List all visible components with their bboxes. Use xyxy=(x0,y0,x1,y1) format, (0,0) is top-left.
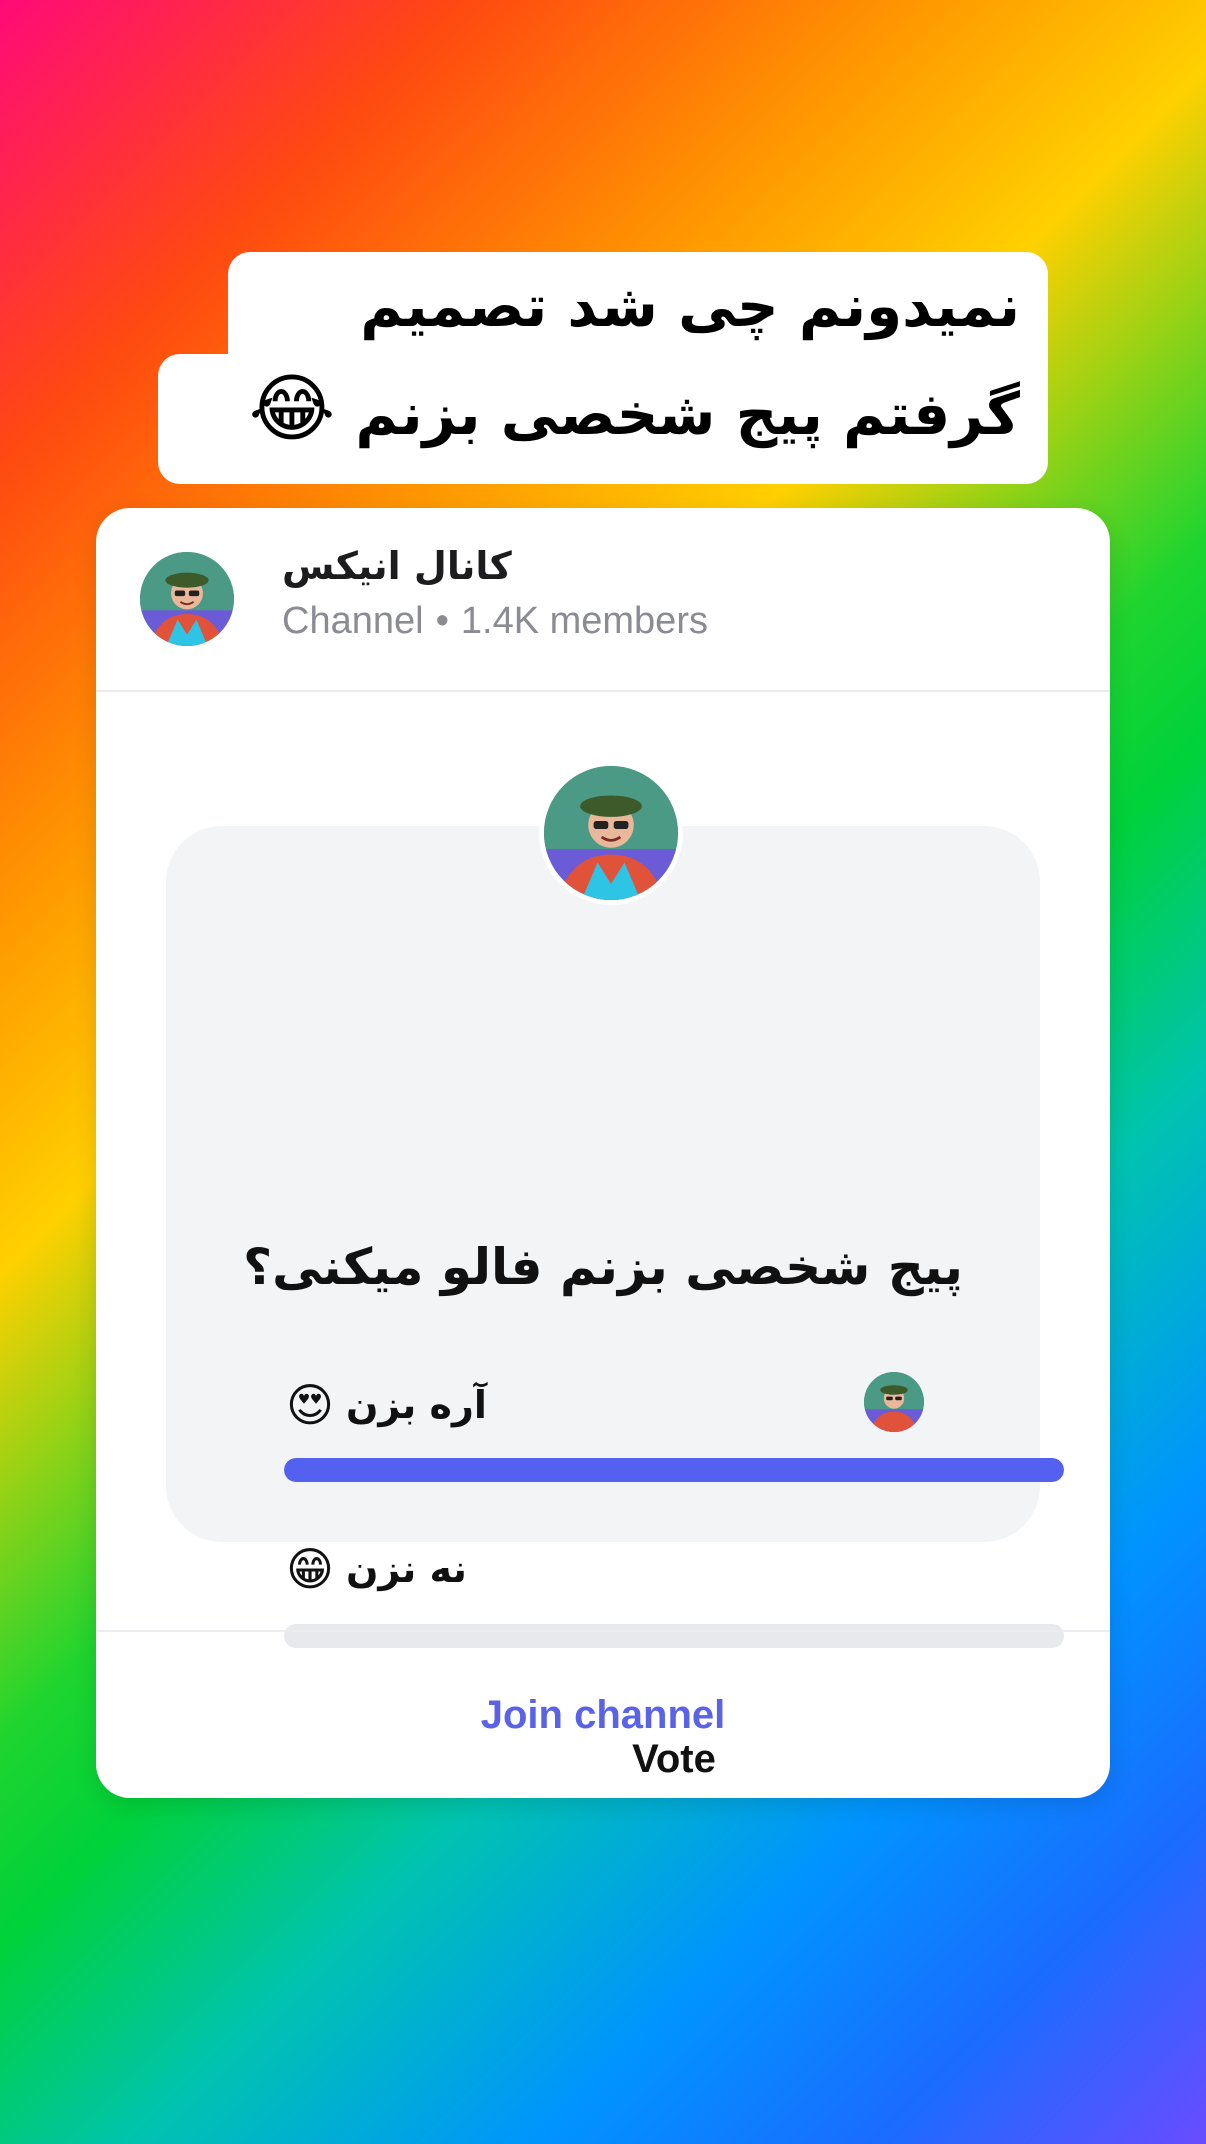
grinning-emoji-icon: 😁 xyxy=(286,1542,334,1596)
person-avatar-icon xyxy=(544,766,678,900)
poll-option-1[interactable]: 😍 آره بزن xyxy=(286,1378,487,1432)
poll-option-1-bar xyxy=(284,1458,1064,1482)
caption-line-1: نمیدونم چی شد تصمیم xyxy=(228,252,1048,354)
poll-container: پیج شخصی بزنم فالو میکنی؟ 😍 آره بزن 😁 نه ن… xyxy=(166,826,1064,1798)
channel-poll-card: کانال انیکس Channel • 1.4K members پیج شخص… xyxy=(96,508,1110,1798)
caption-sticker: نمیدونم چی شد تصمیم گرفتم پیج شخصی بزنم … xyxy=(158,252,1048,484)
person-avatar-icon xyxy=(140,552,234,646)
person-avatar-icon xyxy=(864,1372,924,1432)
channel-avatar[interactable] xyxy=(140,552,234,646)
channel-name: کانال انیکس xyxy=(282,544,512,588)
caption-line-2: گرفتم پیج شخصی بزنم 😂 xyxy=(158,354,1048,484)
poll-option-2-label: نه نزن xyxy=(345,1547,467,1591)
poll-option-1-label: آره بزن xyxy=(345,1383,487,1427)
channel-meta: Channel • 1.4K members xyxy=(282,600,708,643)
join-channel-button[interactable]: Join channel xyxy=(481,1693,726,1738)
voter-avatar xyxy=(864,1372,924,1432)
poll-option-2[interactable]: 😁 نه نزن xyxy=(286,1542,467,1596)
poll-creator-avatar xyxy=(539,761,683,905)
poll-question: پیج شخصی بزنم فالو میکنی؟ xyxy=(243,1238,963,1296)
heart-eyes-emoji-icon: 😍 xyxy=(286,1378,334,1432)
poll-option-1-fill xyxy=(284,1458,1064,1482)
card-footer: Join channel xyxy=(96,1630,1110,1798)
meta-separator: • xyxy=(435,600,449,642)
channel-type: Channel xyxy=(282,600,424,642)
channel-header[interactable]: کانال انیکس Channel • 1.4K members xyxy=(96,508,1110,692)
member-count: 1.4K members xyxy=(460,600,708,642)
laughing-emoji-icon: 😂 xyxy=(248,366,336,452)
